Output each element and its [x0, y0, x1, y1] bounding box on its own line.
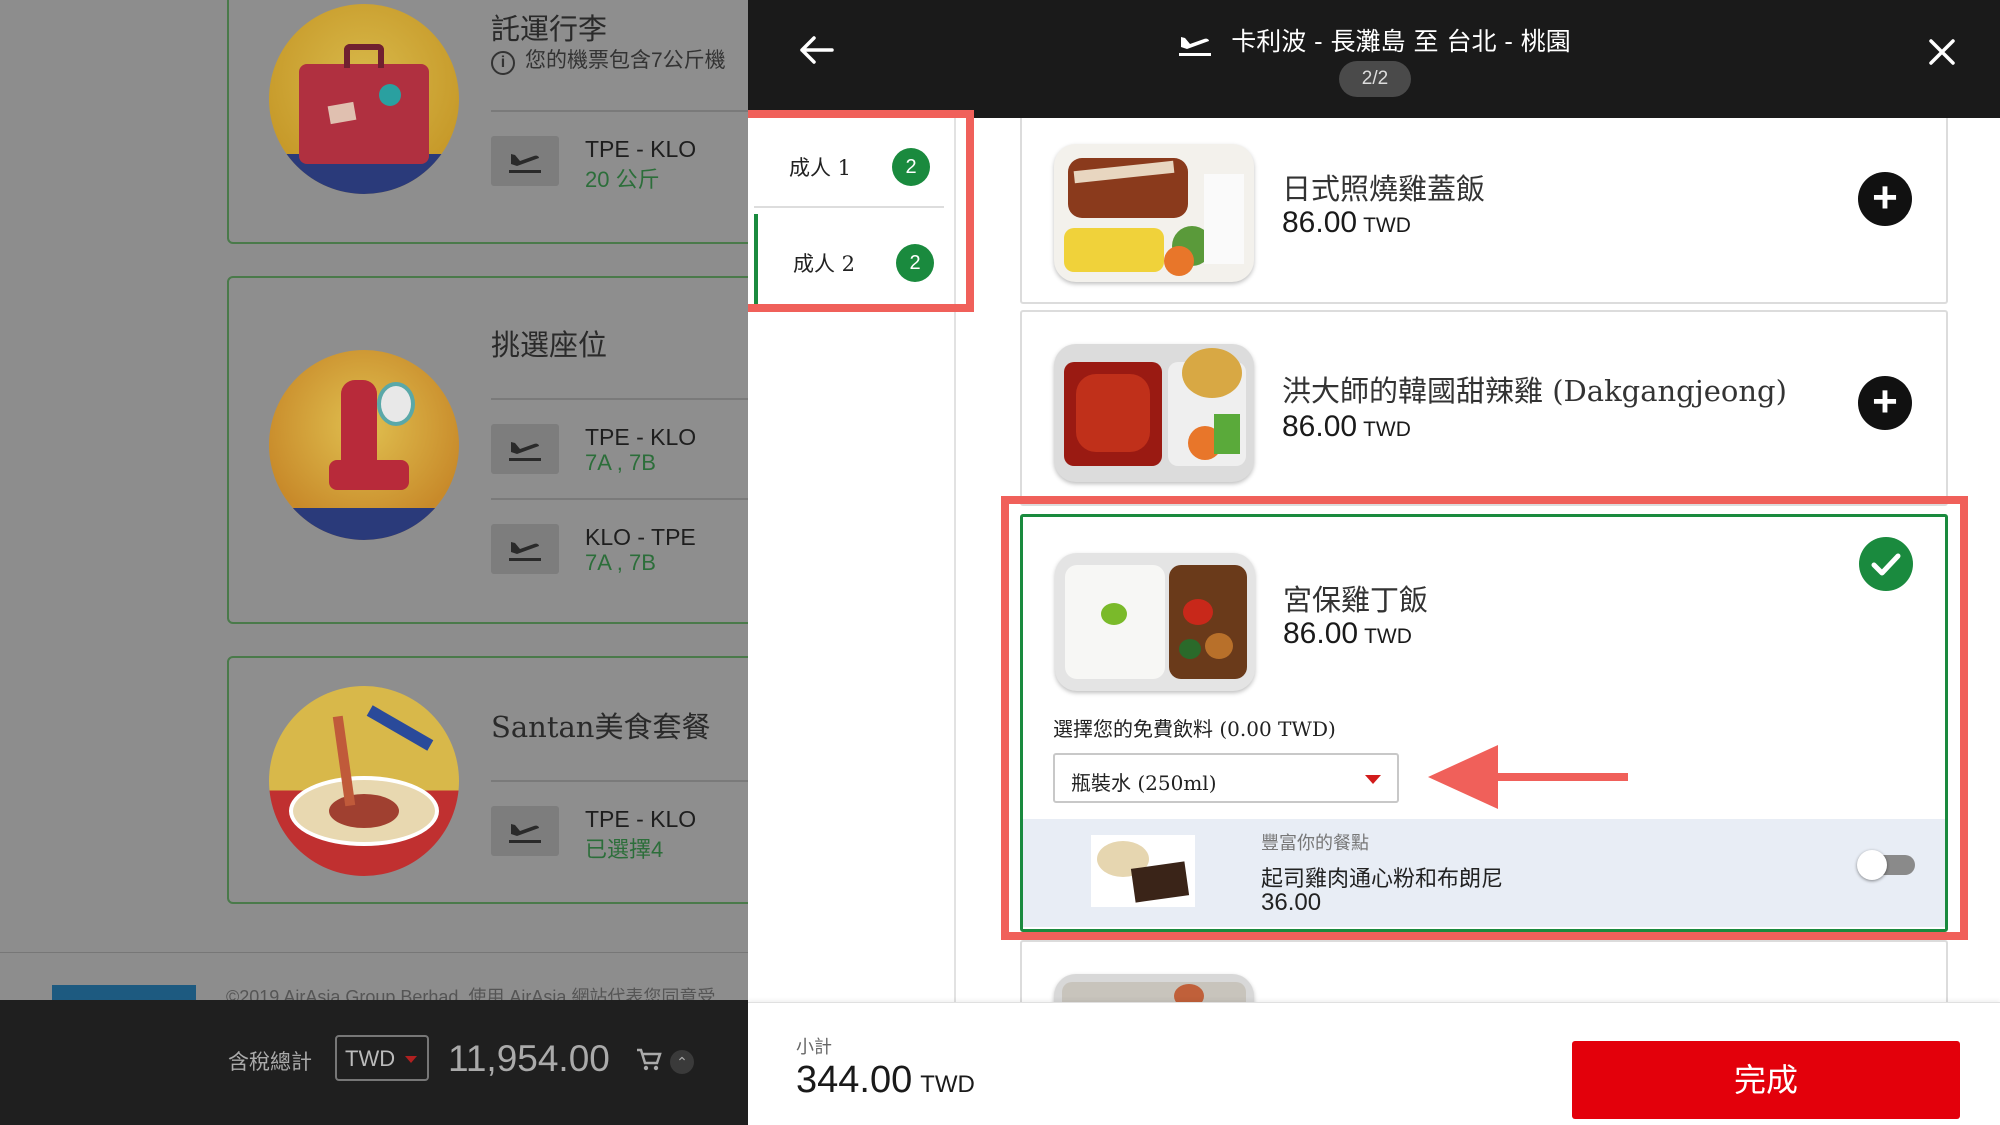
meal-name: 洪大師的韓國甜辣雞 (Dakgangjeong) — [1282, 374, 1787, 408]
total-amount: 11,954.00 — [448, 1038, 610, 1079]
baggage-route: TPE - KLO — [585, 136, 697, 162]
seats-card: 挑選座位 TPE - KLO 7A , 7B KLO - TPE 7A , 7B — [227, 276, 748, 624]
drink-select-label: 選擇您的免費飲料 (0.00 TWD) — [1053, 717, 1336, 741]
meal-route: TPE - KLO — [585, 806, 697, 832]
done-button[interactable]: 完成 — [1572, 1041, 1960, 1119]
annotation-arrow-icon — [1428, 745, 1628, 809]
addon-price: 36.00 — [1261, 889, 1322, 916]
route-title: 卡利波 - 長灘島 至 台北 - 桃園 — [748, 22, 2000, 58]
meal-card[interactable] — [1020, 940, 1948, 1002]
total-bar: 含稅總計 TWD 11,954.00 ⌃ — [0, 1000, 748, 1125]
currency-select[interactable]: TWD — [335, 1035, 429, 1081]
total-label: 含稅總計 — [228, 1051, 312, 1074]
meal-name: 宮保雞丁飯 — [1283, 583, 1429, 617]
seat-route-return: KLO - TPE — [585, 524, 696, 550]
baggage-weight: 20 公斤 — [585, 167, 660, 192]
addon-upsell: 豐富你的餐點 起司雞肉通心粉和布朗尼 36.00 — [1023, 819, 1945, 927]
plus-icon[interactable]: + — [1858, 172, 1912, 226]
meal-card-selected[interactable]: 宮保雞丁飯 86.00 TWD 選擇您的免費飲料 (0.00 TWD) 瓶裝水 (… — [1020, 514, 1948, 932]
meal-image — [1055, 553, 1255, 691]
modal-header: 卡利波 - 長灘島 至 台北 - 桃園 2/2 — [748, 0, 2000, 118]
subtotal-label: 小計 — [796, 1037, 832, 1058]
check-icon[interactable] — [1859, 537, 1913, 591]
dropdown-caret-icon — [405, 1056, 417, 1063]
seat-numbers-return: 7A , 7B — [585, 550, 656, 575]
baggage-card: 託運行李 i 您的機票包含7公斤機 TPE - KLO 20 公斤 — [227, 0, 748, 244]
chevron-up-icon[interactable]: ⌃ — [670, 1050, 694, 1074]
meal-price: 86.00 TWD — [1282, 410, 1411, 443]
seat-row-return: KLO - TPE 7A , 7B — [491, 498, 748, 594]
passenger-meal-count-badge: 2 — [896, 244, 934, 282]
meal-image — [1054, 144, 1254, 282]
page-indicator: 2/2 — [1339, 61, 1411, 97]
page-footer: ©2019 AirAsia Group Berhad. 使用 AirAsia 網… — [0, 952, 748, 1007]
meal-list: 日式照燒雞蓋飯 86.00 TWD + 洪大師的韓國甜辣雞 (Dakgangjeo… — [1020, 118, 1950, 1002]
meal-selected-count: 已選擇4 — [585, 837, 664, 862]
cart-icon[interactable] — [636, 1048, 662, 1077]
passenger-sidebar: 成人 1 2 成人 2 2 — [748, 118, 956, 1002]
baggage-row: TPE - KLO 20 公斤 — [491, 110, 748, 206]
subtotal-amount: 344.00 TWD — [796, 1059, 975, 1101]
seat-row-outbound: TPE - KLO 7A , 7B — [491, 398, 748, 494]
meal-image — [1054, 344, 1254, 482]
meal-name: 日式照燒雞蓋飯 — [1282, 172, 1486, 206]
baggage-title: 託運行李 — [491, 12, 608, 46]
airasia-logo — [52, 985, 196, 1001]
baggage-illustration — [269, 4, 459, 194]
addon-toggle[interactable] — [1857, 850, 1915, 880]
plane-depart-icon — [491, 136, 559, 186]
passenger-tab-adult-2[interactable]: 成人 2 2 — [754, 214, 944, 304]
plus-icon[interactable]: + — [1858, 376, 1912, 430]
passenger-label: 成人 1 — [789, 156, 852, 180]
meal-selection-modal: 卡利波 - 長灘島 至 台北 - 桃園 2/2 成人 1 2 成人 2 2 日式… — [748, 0, 2000, 1125]
plane-depart-icon — [491, 524, 559, 574]
meal-image — [1054, 974, 1254, 1002]
modal-footer: 小計 344.00 TWD 完成 — [748, 1002, 2000, 1125]
addon-image — [1091, 835, 1195, 907]
toggle-knob — [1857, 850, 1887, 880]
addon-kicker: 豐富你的餐點 — [1261, 833, 1369, 854]
seat-illustration — [269, 350, 459, 540]
meals-title: Santan美食套餐 — [491, 710, 711, 744]
meal-illustration — [269, 686, 459, 876]
background-page: 託運行李 i 您的機票包含7公斤機 TPE - KLO 20 公斤 挑選座位 TP… — [0, 0, 748, 1125]
passenger-label: 成人 2 — [793, 252, 856, 276]
baggage-info: i 您的機票包含7公斤機 — [491, 44, 726, 75]
meal-price: 86.00 TWD — [1283, 617, 1412, 650]
meal-card[interactable]: 洪大師的韓國甜辣雞 (Dakgangjeong) 86.00 TWD + — [1020, 310, 1948, 506]
seat-route-outbound: TPE - KLO — [585, 424, 697, 450]
close-icon[interactable] — [1926, 36, 1958, 68]
meals-card: Santan美食套餐 TPE - KLO 已選擇4 — [227, 656, 748, 904]
dropdown-caret-icon — [1365, 775, 1381, 784]
passenger-meal-count-badge: 2 — [892, 148, 930, 186]
plane-depart-icon — [491, 806, 559, 856]
seats-title: 挑選座位 — [491, 328, 608, 362]
plane-depart-icon — [491, 424, 559, 474]
drink-select[interactable]: 瓶裝水 (250ml) — [1053, 753, 1399, 803]
meal-row: TPE - KLO 已選擇4 — [491, 780, 748, 876]
info-icon: i — [491, 51, 515, 75]
plane-depart-icon — [1179, 36, 1212, 56]
meal-price: 86.00 TWD — [1282, 206, 1411, 239]
passenger-tab-adult-1[interactable]: 成人 1 2 — [754, 118, 944, 208]
seat-numbers-outbound: 7A , 7B — [585, 450, 656, 475]
meal-card[interactable]: 日式照燒雞蓋飯 86.00 TWD + — [1020, 118, 1948, 304]
